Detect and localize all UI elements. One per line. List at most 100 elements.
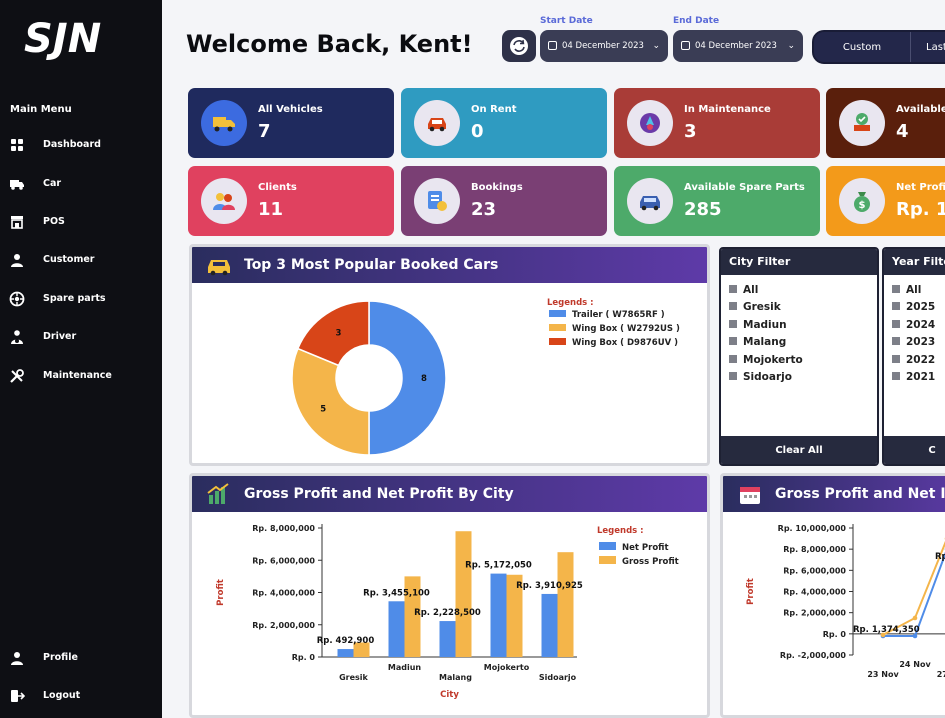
data-label: Rp. 1,374,350 bbox=[853, 625, 920, 635]
sidebar-item-driver[interactable]: Driver bbox=[0, 323, 162, 351]
logout-icon bbox=[11, 690, 25, 702]
popular-cars-donut-chart: 8 5 3 Legends : Trailer ( W7865RF ) Wing Box … bbox=[291, 298, 680, 456]
city-option-malang[interactable]: Malang bbox=[729, 336, 786, 348]
legend-entry: Wing Box ( D9876UV ) bbox=[572, 338, 678, 348]
stat-card-on-rent[interactable]: On Rent 0 bbox=[401, 88, 607, 158]
sidebar-item-label: Customer bbox=[43, 254, 95, 265]
slice-label: 3 bbox=[335, 328, 341, 338]
year-option-2024[interactable]: 2024 bbox=[892, 319, 935, 331]
user-icon bbox=[11, 254, 23, 267]
legend-title: Legends : bbox=[547, 298, 594, 308]
year-option-2025[interactable]: 2025 bbox=[892, 301, 935, 313]
stat-card-net-profit[interactable]: $ Net Profit Rp. 15 bbox=[826, 166, 945, 236]
stat-title: In Maintenance bbox=[684, 104, 771, 115]
tools-icon bbox=[10, 369, 24, 383]
x-tick-label: Madiun bbox=[388, 663, 422, 672]
sidebar: SJN Main Menu Dashboard Car POS Customer… bbox=[0, 0, 162, 718]
y-tick-label: Rp. -2,000,000 bbox=[780, 651, 847, 660]
city-option-sidoarjo[interactable]: Sidoarjo bbox=[729, 371, 792, 383]
refresh-icon bbox=[510, 37, 528, 55]
stat-icon-bg: $ bbox=[839, 178, 885, 224]
refresh-button[interactable] bbox=[502, 30, 536, 62]
stat-title: Available bbox=[896, 104, 945, 115]
city-option-mojokerto[interactable]: Mojokerto bbox=[729, 354, 803, 366]
sidebar-item-spare-parts[interactable]: Spare parts bbox=[0, 285, 162, 313]
sidebar-item-maintenance[interactable]: Maintenance bbox=[0, 362, 162, 390]
city-option-gresik[interactable]: Gresik bbox=[729, 301, 781, 313]
chevron-down-icon: ⌄ bbox=[787, 41, 795, 51]
y-tick-label: Rp. 0 bbox=[823, 630, 847, 639]
sidebar-item-customer[interactable]: Customer bbox=[0, 246, 162, 274]
money-bag-icon: $ bbox=[854, 192, 870, 212]
sjn-logo: SJN bbox=[24, 16, 101, 60]
stat-card-available[interactable]: Available 4 bbox=[826, 88, 945, 158]
sidebar-item-label: POS bbox=[43, 216, 65, 227]
page-title: Welcome Back, Kent! bbox=[186, 30, 473, 58]
x-tick-label: Sidoarjo bbox=[539, 673, 577, 682]
stat-card-bookings[interactable]: Bookings 23 bbox=[401, 166, 607, 236]
range-last-button[interactable]: Last bbox=[926, 32, 945, 62]
stat-card-spare-parts[interactable]: Available Spare Parts 285 bbox=[614, 166, 820, 236]
panel-header: Gross Profit and Net Profit By City bbox=[192, 476, 707, 512]
stat-card-clients[interactable]: Clients 11 bbox=[188, 166, 394, 236]
legend-entry: Wing Box ( W2792US ) bbox=[572, 324, 680, 334]
x-tick-label: Malang bbox=[439, 673, 472, 682]
stat-value: 7 bbox=[258, 121, 271, 142]
panel-header: Gross Profit and Net I bbox=[723, 476, 945, 512]
legend-swatch bbox=[549, 310, 566, 317]
stat-value: 0 bbox=[471, 121, 484, 142]
data-label: Rp. 2,228,500 bbox=[414, 608, 481, 618]
y-tick-label: Rp. 2,000,000 bbox=[783, 609, 846, 618]
start-date-picker[interactable]: 04 December 2023 ⌄ bbox=[540, 30, 668, 62]
end-date-picker[interactable]: 04 December 2023 ⌄ bbox=[673, 30, 803, 62]
stat-icon-bg bbox=[627, 178, 673, 224]
x-tick-label: 27 N bbox=[937, 670, 945, 679]
stat-value: 23 bbox=[471, 199, 497, 220]
sidebar-item-dashboard[interactable]: Dashboard bbox=[0, 131, 162, 159]
svg-text:$: $ bbox=[859, 200, 866, 211]
bar bbox=[557, 552, 574, 657]
sidebar-item-car[interactable]: Car bbox=[0, 170, 162, 198]
city-filter-panel: City Filter All Gresik Madiun Malang Moj… bbox=[719, 247, 879, 466]
y-axis-label: Profit bbox=[216, 579, 226, 606]
stat-value: 11 bbox=[258, 199, 284, 220]
stat-icon-bg bbox=[414, 178, 460, 224]
year-clear-button[interactable]: C bbox=[884, 436, 945, 464]
sidebar-item-profile[interactable]: Profile bbox=[0, 644, 162, 672]
stat-icon-bg bbox=[201, 178, 247, 224]
spare-parts-icon bbox=[640, 196, 660, 211]
series-point bbox=[912, 615, 918, 621]
profit-by-date-panel: Gross Profit and Net I Rp. -2,000,000 Rp.… bbox=[720, 473, 945, 718]
chevron-down-icon: ⌄ bbox=[652, 41, 660, 51]
sidebar-item-logout[interactable]: Logout bbox=[0, 682, 162, 710]
profit-by-city-panel: Gross Profit and Net Profit By City Rp. … bbox=[189, 473, 710, 718]
main-menu-title: Main Menu bbox=[10, 104, 72, 115]
stat-card-in-maintenance[interactable]: In Maintenance 3 bbox=[614, 88, 820, 158]
slice-label: 5 bbox=[320, 405, 326, 415]
range-custom-button[interactable]: Custom bbox=[814, 32, 910, 62]
legend-swatch bbox=[549, 338, 566, 345]
bar bbox=[337, 649, 354, 657]
stat-title: Bookings bbox=[471, 182, 523, 193]
x-tick-label: Gresik bbox=[339, 673, 368, 682]
car-icon bbox=[208, 260, 230, 276]
city-option-all[interactable]: All bbox=[729, 284, 758, 296]
y-tick-label: Rp. 8,000,000 bbox=[252, 524, 315, 533]
year-option-2021[interactable]: 2021 bbox=[892, 371, 935, 383]
city-clear-all-button[interactable]: Clear All bbox=[721, 436, 877, 464]
bar-chart-icon bbox=[207, 483, 229, 504]
truck-icon bbox=[10, 180, 24, 190]
driver-icon bbox=[11, 330, 23, 344]
y-tick-label: Rp. 6,000,000 bbox=[252, 556, 315, 565]
user-icon bbox=[11, 652, 23, 665]
city-option-madiun[interactable]: Madiun bbox=[729, 319, 787, 331]
data-label: Rp. 492,900 bbox=[317, 636, 375, 646]
bar bbox=[541, 593, 558, 657]
sidebar-item-pos[interactable]: POS bbox=[0, 208, 162, 236]
stat-card-all-vehicles[interactable]: All Vehicles 7 bbox=[188, 88, 394, 158]
year-option-2022[interactable]: 2022 bbox=[892, 354, 935, 366]
year-option-2023[interactable]: 2023 bbox=[892, 336, 935, 348]
year-option-all[interactable]: All bbox=[892, 284, 921, 296]
stat-value: 285 bbox=[684, 199, 722, 220]
x-tick-label: 23 Nov bbox=[867, 670, 899, 679]
